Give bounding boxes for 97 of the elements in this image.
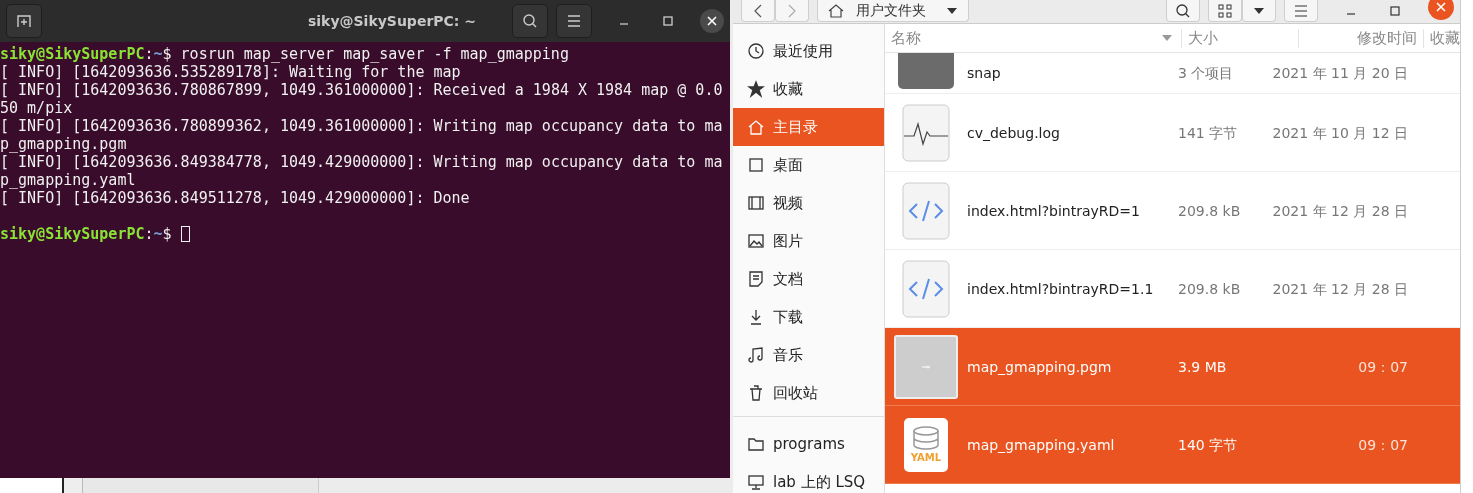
modified-date: 09：07 <box>1357 357 1408 377</box>
sidebar-item[interactable]: 收藏 <box>733 70 884 108</box>
database-icon <box>911 426 941 450</box>
location-button[interactable]: 用户文件夹 <box>817 0 969 22</box>
yaml-file-icon: YAML <box>904 417 948 472</box>
output-line: [ INFO] [1642093636.780867899, 1049.361000000]: Received a 1984 X 1984 map @ 0.0 <box>0 81 723 99</box>
file-name: cv_debug.log <box>967 123 1061 143</box>
new-tab-icon <box>16 13 32 29</box>
sidebar-item[interactable]: 最近使用 <box>733 32 884 70</box>
minimize-icon <box>1346 13 1356 15</box>
recent-icon <box>747 42 765 60</box>
maximize-icon <box>1390 6 1400 16</box>
sidebar-item[interactable]: 桌面 <box>733 146 884 184</box>
sidebar-item[interactable]: 主目录 <box>733 108 884 146</box>
doc-icon <box>747 270 765 288</box>
sidebar-item[interactable]: lab 上的 LSQ <box>733 463 884 493</box>
close-button[interactable] <box>700 9 724 33</box>
search-icon <box>522 13 538 29</box>
code-file-icon <box>902 181 950 240</box>
output-line: 50 m/pix <box>0 99 73 117</box>
file-size: 141 字节 <box>1178 123 1239 143</box>
file-name: snap <box>967 64 1002 83</box>
home-icon <box>747 118 765 136</box>
sidebar-item[interactable]: 文档 <box>733 260 884 298</box>
desktop-icon <box>747 156 765 174</box>
sort-icon <box>1161 34 1173 42</box>
file-row[interactable]: YAML map_gmapping.yaml 140 字节 09：07 <box>885 406 1460 484</box>
forward-icon <box>788 3 796 18</box>
output-line: [ INFO] [1642093636.849384778, 1049.429000000]: Writing map occupancy data to ma <box>0 153 723 171</box>
close-icon <box>707 16 717 26</box>
close-icon <box>1436 2 1446 12</box>
output-line: [ INFO] [1642093636.535289178]: Waiting for the map <box>0 63 461 81</box>
file-size: 209.8 kB <box>1178 201 1242 221</box>
modified-date: 09：07 <box>1357 435 1408 455</box>
prompt-symbol: $ <box>162 225 172 243</box>
caret-icon <box>1253 6 1265 15</box>
modified-date: 2021 年 10 月 12 日 <box>1271 123 1408 143</box>
column-header[interactable]: 名称 <box>885 28 1161 48</box>
file-row[interactable]: cv_debug.log 141 字节 2021 年 10 月 12 日 <box>885 94 1460 172</box>
music-icon <box>747 346 765 364</box>
output-line: p_gmapping.pgm <box>0 135 127 153</box>
file-size: 140 字节 <box>1178 435 1239 455</box>
sidebar-item[interactable]: 音乐 <box>733 336 884 374</box>
prompt-user: siky@SikySuperPC <box>0 225 145 243</box>
column-header[interactable]: 修改时间 <box>1298 28 1423 48</box>
view-grid-button[interactable] <box>1208 0 1242 22</box>
file-name: map_gmapping.yaml <box>967 435 1116 455</box>
prompt-path: ~ <box>153 225 163 243</box>
starred-icon <box>747 80 765 98</box>
file-size: 3 个项目 <box>1178 64 1235 83</box>
prompt-separator: : <box>144 45 154 63</box>
modified-date: 2021 年 12 月 28 日 <box>1271 279 1408 299</box>
sidebar-item[interactable]: 图片 <box>733 222 884 260</box>
minimize-icon <box>619 23 629 25</box>
prompt-symbol: $ <box>162 45 172 63</box>
file-row[interactable]: snap 3 个项目 2021 年 11 月 20 日 <box>885 53 1460 94</box>
code-file-icon <box>902 259 950 318</box>
modified-date: 2021 年 12 月 28 日 <box>1271 201 1408 221</box>
menu-icon <box>1294 4 1308 17</box>
trash-icon <box>747 384 765 402</box>
view-options-button[interactable] <box>1242 0 1276 22</box>
window-title: siky@SikySuperPC: ~ <box>306 13 478 29</box>
menu-button[interactable] <box>556 4 592 38</box>
modified-date: 2021 年 11 月 20 日 <box>1271 64 1408 83</box>
network-icon <box>747 473 765 491</box>
menu-icon <box>567 15 581 27</box>
sidebar-item[interactable]: 回收站 <box>733 374 884 412</box>
sidebar-item[interactable]: programs <box>733 425 884 463</box>
caret-icon <box>946 6 958 15</box>
maximize-icon <box>663 16 673 26</box>
home-icon <box>828 3 844 18</box>
prompt-path: ~ <box>153 45 163 63</box>
output-line: [ INFO] [1642093636.780899362, 1049.361000000]: Writing map occupancy data to ma <box>0 117 723 135</box>
back-icon <box>754 3 762 18</box>
pulse-file-icon <box>902 103 950 162</box>
video-icon <box>747 194 765 212</box>
search-icon <box>1175 2 1191 19</box>
file-name: index.html?bintrayRD=1 <box>967 201 1141 221</box>
file-name: index.html?bintrayRD=1.1 <box>967 279 1155 299</box>
sidebar-item[interactable]: 下载 <box>733 298 884 336</box>
column-header[interactable]: 大小 <box>1181 28 1298 48</box>
command-text: rosrun map_server map_saver -f map_gmapping <box>180 45 569 63</box>
file-row[interactable]: index.html?bintrayRD=1 209.8 kB 2021 年 12 月 28 日 <box>885 172 1460 250</box>
sidebar-item[interactable]: 视频 <box>733 184 884 222</box>
grid-icon <box>1218 3 1232 18</box>
file-size: 209.8 kB <box>1178 279 1242 299</box>
output-line: p_gmapping.yaml <box>0 171 136 189</box>
prompt-separator: : <box>144 225 154 243</box>
folder-icon <box>747 435 765 453</box>
new-tab-button[interactable] <box>6 4 42 38</box>
search-button[interactable] <box>512 4 548 38</box>
file-row[interactable]: map_gmapping.pgm 3.9 MB 09：07 <box>885 328 1460 406</box>
output-line: [ INFO] [1642093636.849511278, 1049.429000000]: Done <box>0 189 470 207</box>
prompt-user: siky@SikySuperPC <box>0 45 145 63</box>
file-name: map_gmapping.pgm <box>967 357 1113 377</box>
image-icon <box>747 232 765 250</box>
file-size: 3.9 MB <box>1178 357 1228 377</box>
